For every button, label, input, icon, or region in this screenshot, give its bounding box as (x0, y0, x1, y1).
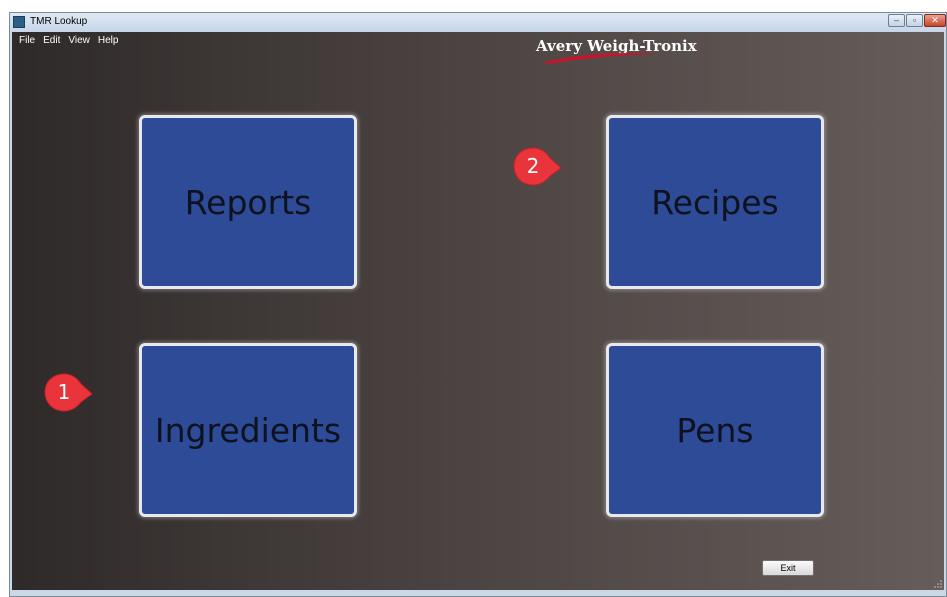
callout-2: 2 (513, 146, 563, 188)
app-icon (13, 16, 25, 28)
window-controls: – ▫ ✕ (887, 14, 946, 28)
close-button[interactable]: ✕ (924, 14, 946, 27)
recipes-tile[interactable]: Recipes (606, 115, 824, 289)
ingredients-label: Ingredients (154, 410, 342, 450)
callout-number: 1 (57, 380, 71, 404)
menu-view[interactable]: View (68, 35, 90, 46)
reports-label: Reports (184, 182, 312, 222)
logo-swoosh-icon (544, 53, 660, 64)
minimize-button[interactable]: – (888, 14, 905, 27)
resize-grip-icon[interactable] (933, 579, 943, 589)
pens-label: Pens (676, 410, 754, 450)
reports-tile[interactable]: Reports (139, 115, 357, 289)
callout-number: 2 (526, 154, 540, 178)
title-bar[interactable]: TMR Lookup – ▫ ✕ (10, 13, 946, 32)
menu-file[interactable]: File (19, 35, 35, 46)
window-title: TMR Lookup (30, 16, 88, 27)
app-window: TMR Lookup – ▫ ✕ File Edit View Help Ave… (9, 12, 947, 597)
recipes-label: Recipes (651, 182, 779, 222)
menu-help[interactable]: Help (98, 35, 119, 46)
maximize-button[interactable]: ▫ (906, 14, 923, 27)
menu-bar: File Edit View Help (19, 35, 126, 46)
ingredients-tile[interactable]: Ingredients (139, 343, 357, 517)
menu-edit[interactable]: Edit (43, 35, 60, 46)
callout-1: 1 (44, 372, 94, 414)
main-panel: File Edit View Help Avery Weigh-Tronix R… (12, 32, 944, 590)
brand-logo: Avery Weigh-Tronix (536, 37, 697, 67)
pens-tile[interactable]: Pens (606, 343, 824, 517)
exit-button[interactable]: Exit (762, 560, 814, 576)
